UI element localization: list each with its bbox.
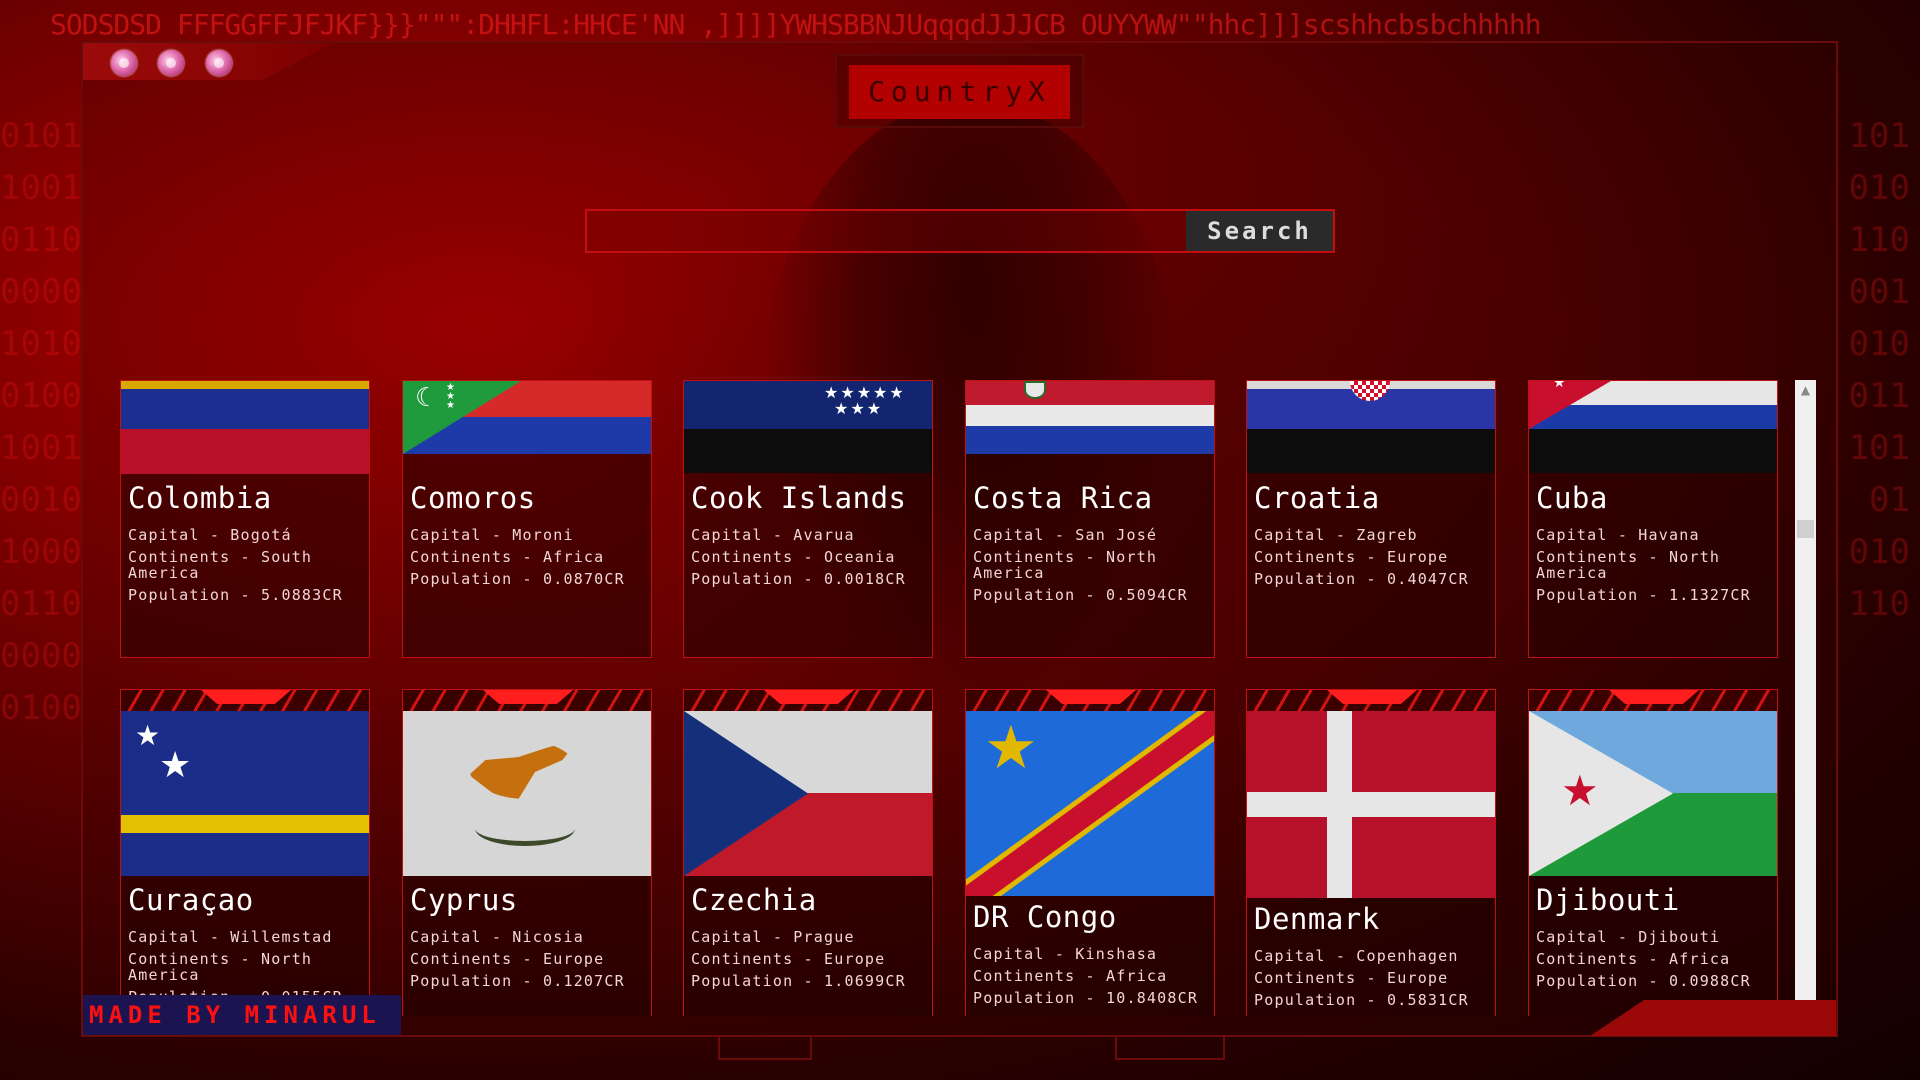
country-population: Population - 1.1327CR bbox=[1536, 586, 1751, 604]
country-continent: Continents - Europe bbox=[1254, 969, 1449, 987]
country-card-dr-congo[interactable]: ★ DR Congo Capital - Kinshasa Continents… bbox=[965, 689, 1215, 1016]
country-card-croatia[interactable]: Croatia Capital - Zagreb Continents - Eu… bbox=[1246, 380, 1496, 658]
search-bar: Search bbox=[585, 209, 1335, 253]
country-continent: Continents - North America bbox=[973, 548, 1158, 582]
country-continent: Continents - Europe bbox=[1254, 548, 1449, 566]
country-name: Croatia bbox=[1254, 481, 1380, 515]
country-capital: Capital - San José bbox=[973, 526, 1158, 544]
flag-cuba-icon: ★ bbox=[1529, 381, 1777, 429]
search-input[interactable] bbox=[587, 211, 1186, 251]
country-card-cook-islands[interactable]: ★★★★★ ★★★ Cook Islands Capital - Avarua … bbox=[683, 380, 933, 658]
country-population: Population - 0.0018CR bbox=[691, 570, 906, 588]
country-continent: Continents - Africa bbox=[1536, 950, 1731, 968]
country-name: Denmark bbox=[1254, 902, 1380, 936]
country-capital: Capital - Nicosia bbox=[410, 928, 584, 946]
country-name: Colombia bbox=[128, 481, 272, 515]
country-population: Population - 1.0699CR bbox=[691, 972, 906, 990]
grid-scrollbar[interactable]: ▲ ▼ bbox=[1795, 380, 1816, 1018]
search-button[interactable]: Search bbox=[1186, 211, 1333, 251]
country-population: Population - 0.5094CR bbox=[973, 586, 1188, 604]
logo-container: CountryX bbox=[835, 54, 1084, 128]
country-card-curacao[interactable]: ★ ★ Curaçao Capital - Willemstad Contine… bbox=[120, 689, 370, 1016]
country-name: Costa Rica bbox=[973, 481, 1153, 515]
flag-denmark-icon bbox=[1247, 711, 1495, 898]
country-population: Population - 0.0870CR bbox=[410, 570, 625, 588]
country-population: Population - 0.5831CR bbox=[1254, 991, 1469, 1009]
country-capital: Capital - Copenhagen bbox=[1254, 947, 1459, 965]
app-logo[interactable]: CountryX bbox=[849, 65, 1070, 119]
country-card-djibouti[interactable]: ★ Djibouti Capital - Djibouti Continents… bbox=[1528, 689, 1778, 1016]
pink-orb-icon[interactable] bbox=[158, 50, 184, 76]
country-continent: Continents - Africa bbox=[973, 967, 1168, 985]
flag-czechia-icon bbox=[684, 711, 932, 876]
country-card-comoros[interactable]: ☾ ★ ★ ★ Comoros Capital - Moroni Continent… bbox=[402, 380, 652, 658]
country-capital: Capital - Bogotá bbox=[128, 526, 292, 544]
flag-cyprus-icon bbox=[403, 711, 651, 876]
background-binary-right: 101 010 110 001 010 011 101 01 010 110 bbox=[1848, 116, 1910, 624]
country-name: Curaçao bbox=[128, 883, 254, 917]
country-continent: Continents - Europe bbox=[410, 950, 605, 968]
country-continent: Continents - South America bbox=[128, 548, 313, 582]
country-continent: Continents - North America bbox=[128, 950, 313, 984]
country-capital: Capital - Zagreb bbox=[1254, 526, 1418, 544]
country-capital: Capital - Prague bbox=[691, 928, 855, 946]
crescent-icon: ☾ bbox=[415, 383, 439, 413]
background-code-text: SODSDSD FFFGGFFJFJKF}}}""":DHHFL:HHCE'NN… bbox=[50, 8, 1542, 41]
country-card-colombia[interactable]: Colombia Capital - Bogotá Continents - S… bbox=[120, 380, 370, 658]
pink-orb-icon[interactable] bbox=[206, 50, 232, 76]
country-capital: Capital - Kinshasa bbox=[973, 945, 1158, 963]
made-by-credit: MADE BY MINARUL bbox=[83, 995, 401, 1035]
country-card-cuba[interactable]: ★ Cuba Capital - Havana Continents - Nor… bbox=[1528, 380, 1778, 658]
country-continent: Continents - Oceania bbox=[691, 548, 896, 566]
country-continent: Continents - North America bbox=[1536, 548, 1721, 582]
flag-croatia-icon bbox=[1247, 381, 1495, 429]
scroll-thumb[interactable] bbox=[1797, 520, 1814, 538]
country-population: Population - 0.0988CR bbox=[1536, 972, 1751, 990]
country-card-cyprus[interactable]: Cyprus Capital - Nicosia Continents - Eu… bbox=[402, 689, 652, 1016]
flag-dr-congo-icon: ★ bbox=[966, 711, 1214, 896]
country-population: Population - 10.8408CR bbox=[973, 989, 1199, 1007]
country-population: Population - 0.4047CR bbox=[1254, 570, 1469, 588]
country-grid: Colombia Capital - Bogotá Continents - S… bbox=[120, 380, 1780, 1016]
country-name: Djibouti bbox=[1536, 883, 1680, 917]
country-continent: Continents - Europe bbox=[691, 950, 886, 968]
background-binary-left: 0101 1001 0110 0000 1010 0100 1001 0010 … bbox=[0, 116, 82, 728]
country-population: Population - 5.0883CR bbox=[128, 586, 343, 604]
flag-colombia-icon bbox=[121, 381, 369, 474]
country-name: Cyprus bbox=[410, 883, 518, 917]
country-name: Czechia bbox=[691, 883, 817, 917]
country-card-costa-rica[interactable]: Costa Rica Capital - San José Continents… bbox=[965, 380, 1215, 658]
flag-costa-rica-icon bbox=[966, 381, 1214, 454]
country-name: Cuba bbox=[1536, 481, 1608, 515]
country-capital: Capital - Avarua bbox=[691, 526, 855, 544]
country-name: DR Congo bbox=[973, 900, 1117, 934]
bottom-tab-right bbox=[1115, 1036, 1225, 1060]
country-capital: Capital - Havana bbox=[1536, 526, 1700, 544]
country-card-czechia[interactable]: Czechia Capital - Prague Continents - Eu… bbox=[683, 689, 933, 1016]
pink-orb-icon[interactable] bbox=[111, 50, 137, 76]
country-name: Cook Islands bbox=[691, 481, 907, 515]
country-capital: Capital - Moroni bbox=[410, 526, 574, 544]
scroll-up-icon[interactable]: ▲ bbox=[1795, 380, 1816, 401]
bottom-tab-left bbox=[718, 1036, 812, 1060]
country-capital: Capital - Djibouti bbox=[1536, 928, 1721, 946]
flag-comoros-icon: ☾ ★ ★ ★ bbox=[403, 381, 651, 454]
flag-djibouti-icon: ★ bbox=[1529, 711, 1777, 876]
country-card-denmark[interactable]: Denmark Capital - Copenhagen Continents … bbox=[1246, 689, 1496, 1016]
flag-curacao-icon: ★ ★ bbox=[121, 711, 369, 876]
country-capital: Capital - Willemstad bbox=[128, 928, 333, 946]
country-population: Population - 0.1207CR bbox=[410, 972, 625, 990]
country-name: Comoros bbox=[410, 481, 536, 515]
country-continent: Continents - Africa bbox=[410, 548, 605, 566]
flag-cook-islands-icon: ★★★★★ ★★★ bbox=[684, 381, 932, 429]
